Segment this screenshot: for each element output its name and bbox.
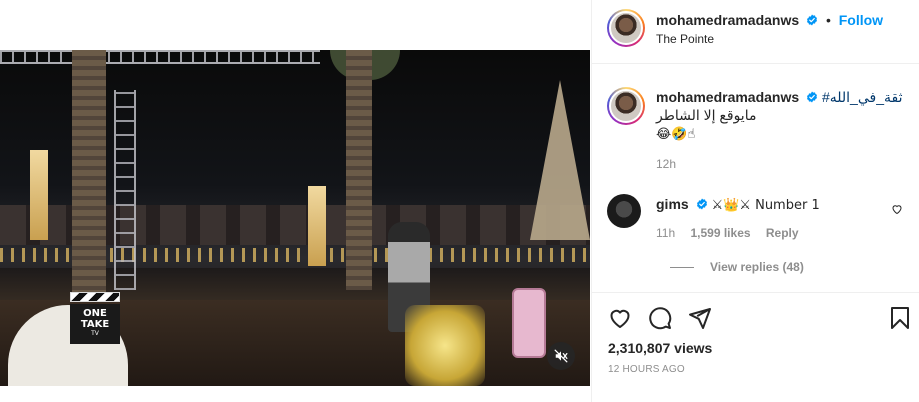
video-palm-trunk: [346, 50, 372, 290]
view-count[interactable]: 2,310,807 views: [608, 340, 712, 356]
video-stage-truss: [0, 50, 320, 64]
follow-button[interactable]: Follow: [839, 12, 883, 28]
comment-timestamp[interactable]: 11h: [656, 226, 675, 240]
comment-likes[interactable]: 1,599 likes: [690, 226, 750, 240]
heart-icon[interactable]: [608, 306, 632, 330]
caption-text: مايوقع إلا الشاطر: [656, 107, 757, 123]
one-take-tv-logo: ONE TAKE TV: [70, 292, 120, 344]
verified-badge-icon: [696, 198, 707, 210]
caption-username[interactable]: mohamedramadanws: [656, 89, 799, 105]
post-location[interactable]: The Pointe: [656, 32, 714, 46]
view-replies-label: View replies (48): [710, 260, 804, 274]
header-separator: •: [825, 12, 831, 28]
clapperboard-stripes: [70, 292, 120, 302]
post-date[interactable]: 12 HOURS AGO: [608, 364, 685, 375]
replies-divider-line: [670, 267, 694, 269]
video-lamp: [30, 150, 48, 240]
media-area: ONE TAKE TV: [0, 0, 591, 402]
video-table-light: [405, 305, 485, 386]
video-truss-tower: [114, 90, 136, 290]
video-lamp: [308, 186, 326, 266]
post-header: mohamedramadanws • Follow The Pointe: [592, 0, 919, 64]
verified-badge-icon: [807, 91, 818, 103]
mute-button[interactable]: [547, 342, 575, 370]
comment-like-heart-icon[interactable]: [891, 203, 903, 215]
view-replies-button[interactable]: View replies (48): [670, 260, 804, 274]
verified-badge-icon: [807, 14, 818, 26]
logo-line-one: ONE: [83, 308, 107, 319]
actions-divider: [592, 292, 919, 293]
logo-line-tv: TV: [91, 330, 99, 337]
clapperboard-body: ONE TAKE TV: [70, 304, 120, 344]
reply-button[interactable]: Reply: [766, 226, 799, 240]
comment: gims ⚔👑⚔ Number 1: [656, 195, 886, 215]
post-side-panel: mohamedramadanws • Follow The Pointe moh…: [591, 0, 919, 402]
post-caption: mohamedramadanws #ثقة_في_الله مايوقع إلا…: [656, 88, 906, 144]
video-umbrella: [530, 80, 590, 240]
comment-bubble-icon[interactable]: [648, 306, 672, 330]
video-phone: [512, 288, 546, 358]
commenter-avatar[interactable]: [607, 194, 641, 228]
comment-meta: 11h 1,599 likes Reply: [656, 226, 811, 240]
caption-hashtag[interactable]: #ثقة_في_الله: [822, 89, 903, 105]
commenter-username[interactable]: gims: [656, 196, 689, 212]
comment-text: ⚔👑⚔ Number 1: [711, 198, 820, 213]
author-username[interactable]: mohamedramadanws: [656, 12, 799, 28]
paper-plane-icon[interactable]: [688, 306, 712, 330]
post-video[interactable]: ONE TAKE TV: [0, 50, 590, 386]
author-avatar[interactable]: [607, 9, 645, 47]
bookmark-icon[interactable]: [888, 306, 912, 330]
header-name-row: mohamedramadanws • Follow: [656, 12, 883, 28]
caption-timestamp[interactable]: 12h: [656, 157, 676, 171]
logo-line-take: TAKE: [80, 319, 110, 330]
caption-emojis: 😂🤣☝: [656, 127, 696, 142]
caption-author-avatar[interactable]: [607, 87, 645, 125]
muted-speaker-icon: [554, 349, 568, 363]
instagram-post: ONE TAKE TV mohamedramadanws • Follow Th…: [0, 0, 919, 402]
